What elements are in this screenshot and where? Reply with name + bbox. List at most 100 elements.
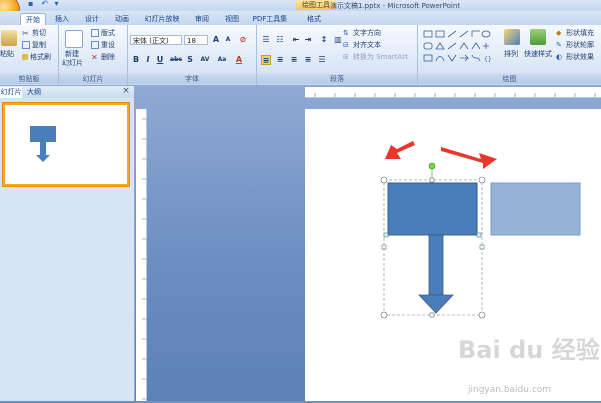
vertical-ruler — [136, 109, 147, 401]
annotation-arrows — [385, 141, 497, 169]
font-name-select[interactable]: 宋体 (正文) — [130, 35, 182, 45]
bullets-icon[interactable]: ☰ — [261, 35, 271, 45]
group-clipboard: 粘贴 ✂ 剪切 复制 格式刷 剪贴板 — [0, 25, 59, 85]
thumb-rect-shape — [30, 126, 56, 142]
thumb-arrow-head — [36, 155, 50, 162]
font-size-select[interactable]: 18 — [184, 35, 208, 45]
down-arrow-head[interactable] — [418, 294, 454, 314]
dropdown-icon[interactable]: ▾ — [54, 0, 63, 8]
paint-bucket-icon: ◆ — [556, 29, 562, 37]
layout-button[interactable]: 版式 — [91, 29, 115, 38]
char-spacing-button[interactable]: AV — [198, 55, 212, 65]
underline-button[interactable]: U — [155, 55, 165, 65]
save-icon[interactable]: ▪ — [28, 0, 37, 8]
slide-thumbnail[interactable] — [3, 103, 129, 186]
align-left-icon[interactable]: ≡ — [261, 55, 271, 65]
bold-button[interactable]: B — [131, 55, 141, 65]
group-drawing: {} 排列 快速样式 ◆ 形状填充 ✎ 形状轮廓 ◐ 形状效果 绘图 — [418, 25, 601, 85]
shape-outline-button[interactable]: ✎ 形状轮廓 — [556, 41, 594, 50]
tab-format[interactable]: 格式 — [302, 13, 326, 25]
cut-button[interactable]: ✂ 剪切 — [22, 29, 46, 38]
group-label-drawing: 绘图 — [418, 74, 601, 84]
strikethrough-button[interactable]: abc — [169, 55, 183, 65]
new-slide-button[interactable]: 新建 — [65, 50, 79, 59]
red-arrow-left-icon — [385, 141, 415, 159]
quick-access-toolbar: ▪ ↶ ▾ — [28, 0, 68, 9]
increase-indent-icon[interactable]: ⇥ — [303, 35, 313, 45]
align-center-icon[interactable]: ≡ — [275, 55, 285, 65]
reset-icon — [91, 41, 99, 49]
window-title: 演示文稿1.pptx - Microsoft PowerPoint — [330, 2, 461, 10]
italic-button[interactable]: I — [143, 55, 153, 65]
group-font: 宋体 (正文) 18 A A ⊘ B I U abc S AV Aa A 字体 — [128, 25, 257, 85]
decrease-indent-icon[interactable]: ⇤ — [291, 35, 301, 45]
numbering-icon[interactable]: ☷ — [275, 35, 285, 45]
hruler-ticks — [314, 93, 596, 97]
tab-design[interactable]: 设计 — [80, 13, 104, 25]
effects-icon: ◐ — [556, 53, 563, 61]
shape-effects-button[interactable]: ◐ 形状效果 — [556, 53, 594, 62]
paste-button[interactable]: 粘贴 — [0, 50, 14, 59]
font-color-button[interactable]: A — [234, 55, 244, 65]
selected-rectangle-shape[interactable] — [387, 182, 478, 236]
slides-pane: 幻灯片 大纲 × — [0, 86, 135, 401]
tab-slideshow[interactable]: 幻灯片放映 — [140, 13, 184, 25]
group-label-font: 字体 — [128, 74, 256, 84]
new-slide-icon — [65, 30, 83, 48]
ribbon-tabs: 开始 插入 设计 动画 幻灯片放映 审阅 视图 PDF工具集 格式 — [0, 11, 601, 25]
tab-animations[interactable]: 动画 — [110, 13, 134, 25]
clear-format-icon[interactable]: ⊘ — [238, 35, 248, 45]
align-right-icon[interactable]: ≡ — [289, 55, 299, 65]
ribbon: 粘贴 ✂ 剪切 复制 格式刷 剪贴板 新建 幻灯片 版式 重设 ✕ 删除 幻灯片 宋… — [0, 25, 601, 86]
rotation-handle[interactable] — [428, 162, 436, 170]
horizontal-ruler — [305, 87, 601, 98]
quick-styles-icon — [530, 29, 546, 45]
pane-tab-slides[interactable]: 幻灯片 — [0, 87, 22, 98]
scissors-icon: ✂ — [22, 29, 29, 38]
line-spacing-icon[interactable]: ↕ — [319, 35, 329, 45]
tab-insert[interactable]: 插入 — [50, 13, 74, 25]
copy-button[interactable]: 复制 — [22, 41, 46, 50]
delete-button[interactable]: ✕ 删除 — [91, 53, 115, 62]
watermark-url: jingyan.baidu.com — [468, 385, 552, 395]
quick-styles-button[interactable]: 快速样式 — [524, 50, 552, 59]
paste-icon — [1, 30, 17, 46]
shrink-font-button[interactable]: A — [223, 35, 233, 45]
pane-close-button[interactable]: × — [121, 86, 131, 97]
arrange-button[interactable]: 排列 — [504, 50, 518, 59]
columns-icon[interactable]: ▥ — [333, 35, 343, 45]
red-arrow-right-icon — [441, 147, 497, 169]
light-rectangle-shape[interactable] — [490, 182, 581, 236]
tab-view[interactable]: 视图 — [220, 13, 244, 25]
arrange-icon — [504, 29, 520, 45]
reset-button[interactable]: 重设 — [91, 41, 115, 50]
align-text-button[interactable]: ⊟ 对齐文本 — [343, 41, 381, 50]
group-label-paragraph: 段落 — [257, 74, 417, 84]
thumb-arrow-shaft — [40, 142, 46, 156]
shapes-gallery[interactable]: {} — [422, 29, 494, 67]
down-arrow-shaft[interactable] — [428, 234, 444, 296]
smartart-icon: ⊞ — [343, 53, 349, 61]
tab-home[interactable]: 开始 — [20, 13, 46, 25]
group-label-slides: 幻灯片 — [59, 74, 127, 84]
format-painter-button[interactable]: 格式刷 — [22, 53, 51, 62]
group-label-clipboard: 剪贴板 — [0, 74, 58, 84]
shadow-button[interactable]: S — [185, 55, 195, 65]
change-case-button[interactable]: Aa — [216, 55, 228, 65]
text-direction-icon: ⇅ — [343, 29, 349, 37]
align-text-icon: ⊟ — [343, 41, 349, 49]
justify-icon[interactable]: ≡ — [303, 55, 313, 65]
pane-tab-outline[interactable]: 大纲 — [23, 87, 45, 98]
smartart-button[interactable]: ⊞ 转换为 SmartArt — [343, 53, 408, 62]
layout-icon — [91, 29, 99, 37]
undo-icon[interactable]: ↶ — [41, 0, 50, 8]
new-slide-label-2: 幻灯片 — [62, 59, 83, 67]
brush-icon — [22, 54, 28, 60]
svg-text:{}: {} — [484, 56, 492, 63]
text-direction-button[interactable]: ⇅ 文字方向 — [343, 29, 381, 38]
shape-fill-button[interactable]: ◆ 形状填充 — [556, 29, 594, 38]
grow-font-button[interactable]: A — [211, 35, 221, 45]
tab-pdf-tools[interactable]: PDF工具集 — [250, 13, 290, 25]
distributed-icon[interactable]: ☰ — [317, 55, 327, 65]
tab-review[interactable]: 审阅 — [190, 13, 214, 25]
